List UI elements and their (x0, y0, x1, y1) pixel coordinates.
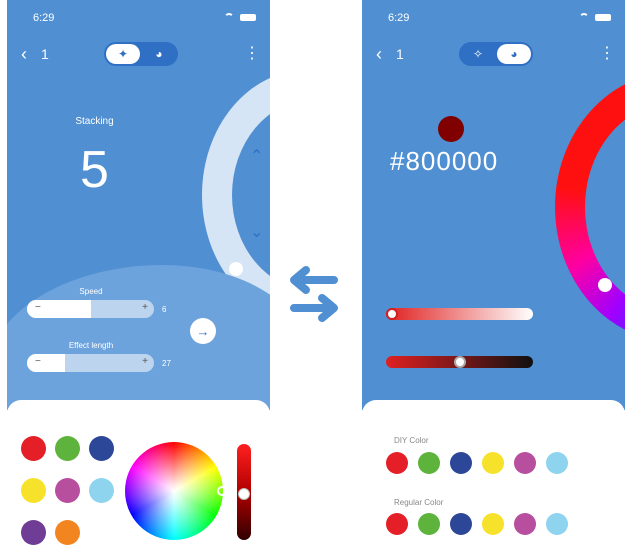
color-wheel-knob[interactable] (217, 486, 227, 496)
diy-color-label: DIY Color (394, 436, 429, 445)
selected-color-preview (438, 116, 464, 142)
chevron-down-icon[interactable]: ⌄ (250, 222, 263, 242)
chevron-left-icon[interactable]: ‹ (21, 44, 27, 64)
effect-length-slider[interactable]: − + (27, 354, 154, 372)
color-swatch[interactable] (21, 436, 46, 461)
color-swatch[interactable] (418, 513, 440, 535)
mode-toggle[interactable]: ✧ ◕ (459, 42, 533, 66)
nav-bar: ‹ 1 ✦ ◕ ⋮ (7, 42, 270, 68)
color-swatch[interactable] (450, 513, 472, 535)
sparkle-icon[interactable]: ✦ (106, 44, 140, 64)
mode-toggle[interactable]: ✦ ◕ (104, 42, 178, 66)
more-vertical-icon[interactable]: ⋮ (244, 45, 260, 63)
color-swatch[interactable] (450, 452, 472, 474)
battery-icon (595, 13, 611, 21)
dial-knob[interactable] (229, 262, 243, 276)
status-bar: 6:29 (362, 12, 625, 28)
saturation-knob[interactable] (386, 308, 398, 320)
hex-value: #800000 (390, 146, 499, 176)
color-screen: 6:29 ‹ 1 ✧ ◕ ⋮ #800000 DIY Color Regular… (362, 0, 625, 554)
color-swatch[interactable] (482, 513, 504, 535)
speed-plus[interactable]: + (142, 302, 148, 313)
swap-arrows-icon (290, 266, 338, 322)
color-swatch[interactable] (514, 513, 536, 535)
speed-slider[interactable]: − + (27, 300, 154, 318)
speed-label: Speed (79, 287, 103, 296)
regular-color-label: Regular Color (394, 498, 444, 507)
battery-icon (240, 13, 256, 21)
color-swatch[interactable] (21, 478, 46, 503)
hue-ring-knob[interactable] (598, 278, 612, 292)
more-vertical-icon[interactable]: ⋮ (599, 45, 615, 63)
color-swatch[interactable] (386, 513, 408, 535)
device-count: 1 (41, 46, 49, 62)
effect-length-minus[interactable]: − (35, 356, 41, 367)
palette-icon[interactable]: ◕ (497, 44, 531, 64)
color-swatch[interactable] (89, 478, 114, 503)
brightness-knob[interactable] (238, 488, 250, 500)
color-swatch[interactable] (418, 452, 440, 474)
color-swatch[interactable] (546, 513, 568, 535)
stacking-label: Stacking (75, 116, 114, 127)
effect-length-label: Effect length (68, 341, 114, 350)
saturation-slider[interactable] (386, 308, 533, 320)
color-swatch[interactable] (21, 520, 46, 545)
wifi-icon (579, 13, 589, 21)
color-swatch[interactable] (514, 452, 536, 474)
nav-bar: ‹ 1 ✧ ◕ ⋮ (362, 42, 625, 68)
brightness-bar-knob[interactable] (453, 356, 466, 368)
effects-panel: 6:29 ‹ 1 ✦ ◕ ⋮ ⌃ ⌄ Stacking 5 Speed − + … (7, 0, 270, 410)
swatch-sheet: DIY Color Regular Color (362, 400, 625, 554)
color-swatch[interactable] (482, 452, 504, 474)
color-swatch[interactable] (386, 452, 408, 474)
effect-length-value: 27 (162, 359, 171, 368)
sparkle-icon[interactable]: ✧ (461, 44, 495, 64)
status-time: 6:29 (388, 12, 410, 24)
status-bar: 6:29 (7, 12, 270, 28)
color-swatch[interactable] (55, 478, 80, 503)
status-time: 6:29 (33, 12, 55, 24)
speed-value: 6 (162, 305, 167, 314)
color-wheel[interactable] (125, 442, 223, 540)
speed-minus[interactable]: − (35, 302, 41, 313)
arrow-right-icon[interactable]: → (190, 318, 216, 344)
wifi-icon (224, 13, 234, 21)
device-count: 1 (396, 46, 404, 62)
chevron-left-icon[interactable]: ‹ (376, 44, 382, 64)
palette-icon[interactable]: ◕ (142, 44, 176, 64)
color-swatch[interactable] (546, 452, 568, 474)
color-swatch[interactable] (55, 436, 80, 461)
color-swatch[interactable] (55, 520, 80, 545)
effect-length-plus[interactable]: + (142, 356, 148, 367)
chevron-up-icon[interactable]: ⌃ (250, 146, 263, 166)
stacking-value: 5 (80, 141, 109, 199)
color-panel: 6:29 ‹ 1 ✧ ◕ ⋮ #800000 (362, 0, 625, 410)
color-swatch[interactable] (89, 436, 114, 461)
